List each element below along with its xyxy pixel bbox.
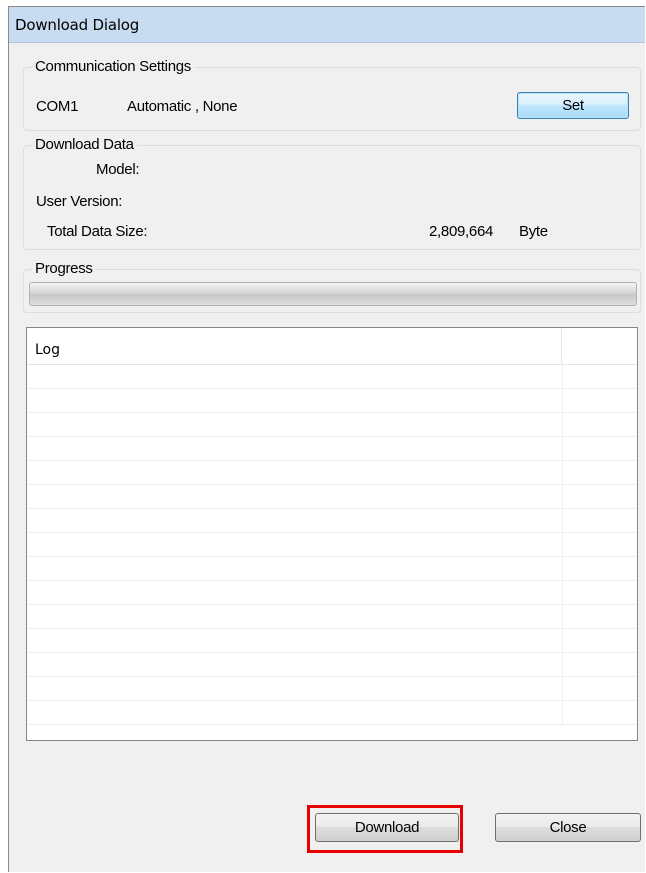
set-button[interactable]: Set [517, 92, 629, 119]
communication-settings-legend: Communication Settings [32, 58, 194, 76]
log-row[interactable] [27, 629, 637, 653]
log-column-label: Log [35, 342, 61, 358]
download-data-group: Download Data Model: User Version: Total… [23, 136, 641, 250]
log-row[interactable] [27, 437, 637, 461]
close-button[interactable]: Close [495, 813, 641, 842]
log-row[interactable] [27, 605, 637, 629]
log-row[interactable] [27, 365, 637, 389]
download-button[interactable]: Download [315, 813, 459, 842]
title-bar[interactable]: Download Dialog [9, 7, 645, 43]
log-list-header: Log [27, 328, 637, 365]
total-data-size-value: 2,809,664 [429, 223, 494, 240]
dialog-title: Download Dialog [15, 16, 140, 34]
log-list[interactable]: Log [26, 327, 638, 741]
log-rows [27, 365, 637, 725]
log-row[interactable] [27, 485, 637, 509]
log-row[interactable] [27, 557, 637, 581]
download-data-legend: Download Data [32, 136, 137, 154]
log-row[interactable] [27, 677, 637, 701]
progress-bar [29, 282, 637, 306]
com-mode-label: Automatic , None [127, 98, 238, 115]
communication-settings-group: Communication Settings COM1 Automatic , … [23, 58, 641, 131]
log-row[interactable] [27, 509, 637, 533]
com-port-label: COM1 [36, 98, 79, 115]
log-row[interactable] [27, 389, 637, 413]
log-row[interactable] [27, 413, 637, 437]
download-dialog: Download Dialog Communication Settings C… [8, 6, 645, 872]
progress-legend: Progress [32, 260, 96, 278]
total-data-size-unit: Byte [519, 223, 548, 240]
log-row[interactable] [27, 461, 637, 485]
log-row[interactable] [27, 533, 637, 557]
model-label: Model: [96, 161, 140, 178]
log-row[interactable] [27, 701, 637, 725]
user-version-label: User Version: [36, 193, 123, 210]
log-row[interactable] [27, 581, 637, 605]
log-row[interactable] [27, 653, 637, 677]
total-data-size-label: Total Data Size: [47, 223, 148, 240]
log-column-header[interactable]: Log [27, 328, 562, 364]
